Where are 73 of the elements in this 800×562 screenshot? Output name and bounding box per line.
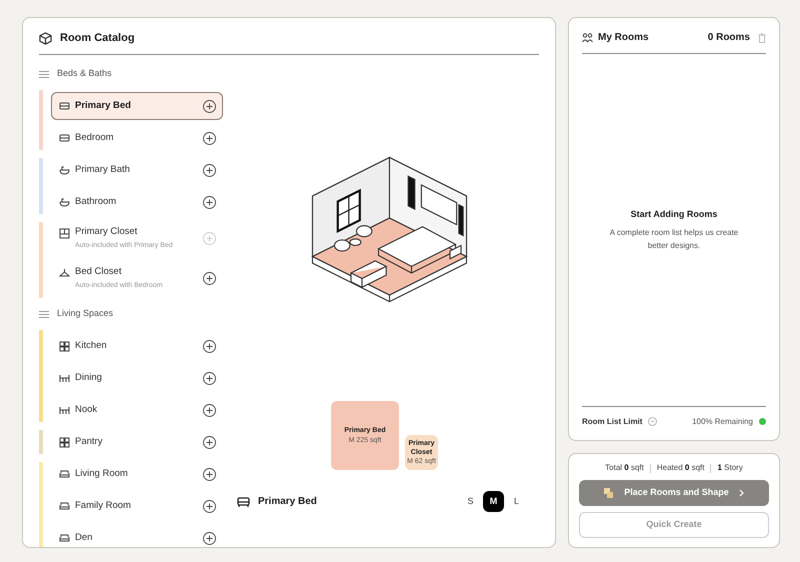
chevron-right-icon [738, 489, 744, 497]
table-icon [59, 404, 70, 416]
room-name: Kitchen [75, 338, 107, 353]
room-name: Living Room [75, 466, 128, 481]
room-name: Primary Closet [75, 224, 138, 239]
room-list-item[interactable]: Bathroom [51, 188, 223, 216]
room-name: Bed Closet [75, 264, 122, 279]
bed-icon [59, 132, 70, 144]
room-name: Primary Bed [75, 98, 131, 113]
empty-state-text: A complete room list helps us create better designs. [608, 227, 740, 252]
room-list-item[interactable]: Kitchen [51, 332, 223, 360]
story-count: 1 Story [717, 462, 743, 474]
panel-title: Room Catalog [60, 30, 135, 46]
room-name: Family Room [75, 498, 131, 513]
menu-icon [39, 310, 49, 318]
add-icon[interactable] [203, 500, 216, 512]
room-list-item[interactable]: Nook [51, 396, 223, 424]
empty-state-title: Start Adding Rooms [630, 208, 718, 221]
menu-icon [39, 70, 49, 78]
room-name: Dining [75, 370, 102, 385]
add-icon[interactable] [203, 132, 216, 144]
group-heading: Beds & Baths [57, 67, 112, 80]
sofa-icon [59, 500, 70, 512]
selected-room-label: Primary Bed [258, 495, 317, 509]
add-icon[interactable] [203, 404, 216, 416]
room-name: Nook [75, 402, 98, 417]
room-name: Den [75, 530, 92, 545]
add-icon[interactable] [203, 164, 216, 176]
people-icon [582, 32, 593, 42]
grid-icon [59, 436, 70, 448]
room-list-item[interactable]: Pantry [51, 428, 223, 456]
table-icon [59, 372, 70, 384]
size-option[interactable]: S [460, 491, 481, 512]
room-list-item[interactable]: Den [51, 524, 223, 547]
size-option[interactable]: L [506, 491, 527, 512]
cube-icon [39, 32, 52, 44]
room-list-item[interactable]: Family Room [51, 492, 223, 520]
grid-icon [59, 340, 70, 352]
shapes-icon [604, 488, 614, 498]
heated-area: Heated 0 sqft [656, 462, 704, 474]
panel-title: My Rooms [598, 31, 649, 45]
limit-label: Room List Limit [582, 416, 642, 428]
room-list-item[interactable]: Bedroom [51, 124, 223, 152]
place-rooms-button[interactable]: Place Rooms and Shape [579, 480, 769, 506]
room-name: Pantry [75, 434, 102, 449]
room-name: Bedroom [75, 130, 114, 145]
total-area: Total 0 sqft [605, 462, 644, 474]
add-icon[interactable] [203, 196, 216, 208]
sofa-icon [59, 532, 70, 544]
add-icon[interactable] [203, 340, 216, 352]
room-list-item[interactable]: Primary Bed [51, 92, 223, 120]
room-name: Bathroom [75, 194, 116, 209]
room-count: 0 Rooms [708, 31, 750, 45]
hanger-icon [59, 268, 70, 279]
bath-icon [59, 196, 70, 208]
add-icon[interactable] [203, 468, 216, 480]
closet-icon [59, 228, 70, 239]
room-list-item[interactable]: Primary Bath [51, 156, 223, 184]
room-name: Primary Bath [75, 162, 130, 177]
room-list-item[interactable]: Dining [51, 364, 223, 392]
group-heading: Living Spaces [57, 307, 114, 320]
remaining-text: 100% Remaining [692, 416, 753, 428]
add-icon[interactable] [203, 436, 216, 448]
add-icon[interactable] [203, 532, 216, 544]
bath-icon [59, 164, 70, 176]
room-list-item[interactable]: Living Room [51, 460, 223, 488]
bed-icon [237, 496, 250, 506]
add-icon[interactable] [203, 100, 216, 112]
add-icon[interactable] [203, 272, 216, 284]
add-icon[interactable] [203, 372, 216, 384]
size-option[interactable]: M [483, 491, 504, 512]
bed-icon [59, 100, 70, 112]
sofa-icon [59, 468, 70, 480]
